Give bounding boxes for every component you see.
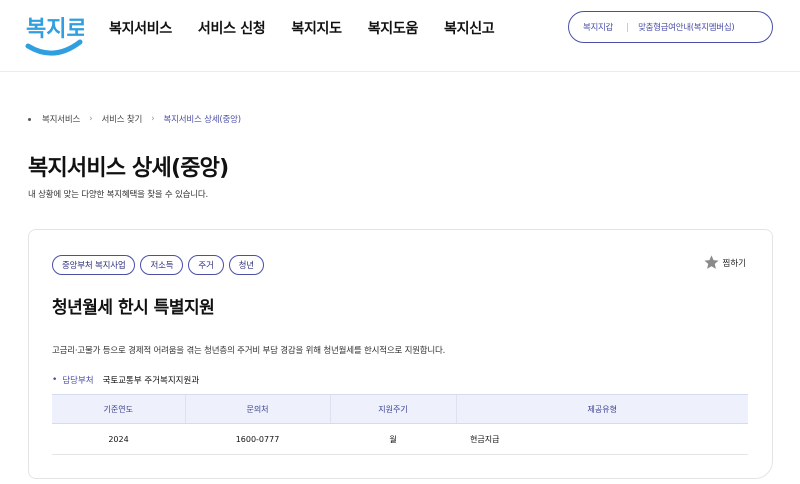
nav-welfare-map[interactable]: 복지지도 bbox=[291, 18, 342, 38]
header-support-cycle: 지원주기 bbox=[329, 394, 456, 424]
header-contact: 문의처 bbox=[184, 394, 330, 424]
cell-support-cycle: 월 bbox=[330, 423, 456, 455]
star-icon bbox=[703, 255, 719, 269]
breadcrumb: 복지서비스 › 서비스 찾기 › 복지서비스 상세(중앙) bbox=[28, 113, 241, 125]
bookmark-label: 찜하기 bbox=[722, 258, 746, 269]
page-title: 복지서비스 상세(중앙) bbox=[28, 156, 229, 181]
department-info: • 담당부처 국토교통부 주거복지지원과 bbox=[52, 374, 199, 386]
cell-contact: 1600-0777 bbox=[185, 423, 330, 455]
service-card: 중앙부처 복지사업 저소득 주거 청년 찜하기 청년월세 한시 특별지원 고금리… bbox=[28, 229, 773, 479]
table-row: 2024 1600-0777 월 현금지급 bbox=[52, 423, 748, 455]
cell-base-year: 2024 bbox=[52, 423, 185, 455]
nav-welfare-service[interactable]: 복지서비스 bbox=[109, 18, 172, 38]
custom-benefit-link[interactable]: 맞춤형급여안내(복지멤버십) bbox=[638, 21, 735, 33]
header-base-year: 기준연도 bbox=[52, 394, 185, 424]
site-header: 복지로 복지서비스 서비스 신청 복지지도 복지도움 복지신고 복지지갑 맞춤형… bbox=[0, 0, 800, 72]
bokjiro-logo[interactable]: 복지로 bbox=[24, 6, 84, 62]
welfare-wallet-link[interactable]: 복지지갑 bbox=[583, 21, 613, 33]
util-divider bbox=[627, 22, 629, 32]
utility-links: 복지지갑 맞춤형급여안내(복지멤버십) bbox=[568, 11, 773, 43]
main-nav: 복지서비스 서비스 신청 복지지도 복지도움 복지신고 bbox=[109, 18, 520, 38]
nav-welfare-report[interactable]: 복지신고 bbox=[444, 18, 495, 38]
service-description: 고금리·고물가 등으로 경제적 어려움을 겪는 청년층의 주거비 부담 경감을 … bbox=[52, 346, 446, 356]
service-tags: 중앙부처 복지사업 저소득 주거 청년 bbox=[52, 255, 264, 275]
header-provision-type: 제공유형 bbox=[455, 394, 748, 424]
tag-central-ministry[interactable]: 중앙부처 복지사업 bbox=[52, 255, 136, 275]
nav-welfare-help[interactable]: 복지도움 bbox=[368, 18, 419, 38]
table-header-row: 기준연도 문의처 지원주기 제공유형 bbox=[52, 394, 748, 424]
department-label: 담당부처 bbox=[62, 376, 94, 386]
page-description: 내 상황에 맞는 다양한 복지혜택을 찾을 수 있습니다. bbox=[28, 190, 209, 200]
bookmark-button[interactable]: 찜하기 bbox=[703, 254, 746, 271]
cell-provision-type: 현금지급 bbox=[456, 423, 748, 455]
breadcrumb-current: 복지서비스 상세(중앙) bbox=[163, 115, 242, 125]
tag-youth[interactable]: 청년 bbox=[228, 255, 264, 275]
tag-housing[interactable]: 주거 bbox=[188, 255, 224, 275]
home-dot-icon bbox=[28, 117, 31, 121]
nav-service-apply[interactable]: 서비스 신청 bbox=[198, 18, 266, 38]
breadcrumb-item[interactable]: 복지서비스 bbox=[42, 113, 80, 125]
logo-text: 복지로 bbox=[26, 17, 84, 42]
chevron-right-icon: › bbox=[89, 114, 93, 124]
service-info-table: 기준연도 문의처 지원주기 제공유형 2024 1600-0777 월 현금지급 bbox=[52, 394, 748, 455]
bullet-icon: • bbox=[52, 375, 58, 385]
breadcrumb-item[interactable]: 서비스 찾기 bbox=[102, 113, 143, 125]
tag-low-income[interactable]: 저소득 bbox=[140, 255, 184, 275]
department-value: 국토교통부 주거복지지원과 bbox=[102, 376, 200, 386]
chevron-right-icon: › bbox=[151, 114, 155, 124]
service-title: 청년월세 한시 특별지원 bbox=[52, 298, 215, 318]
